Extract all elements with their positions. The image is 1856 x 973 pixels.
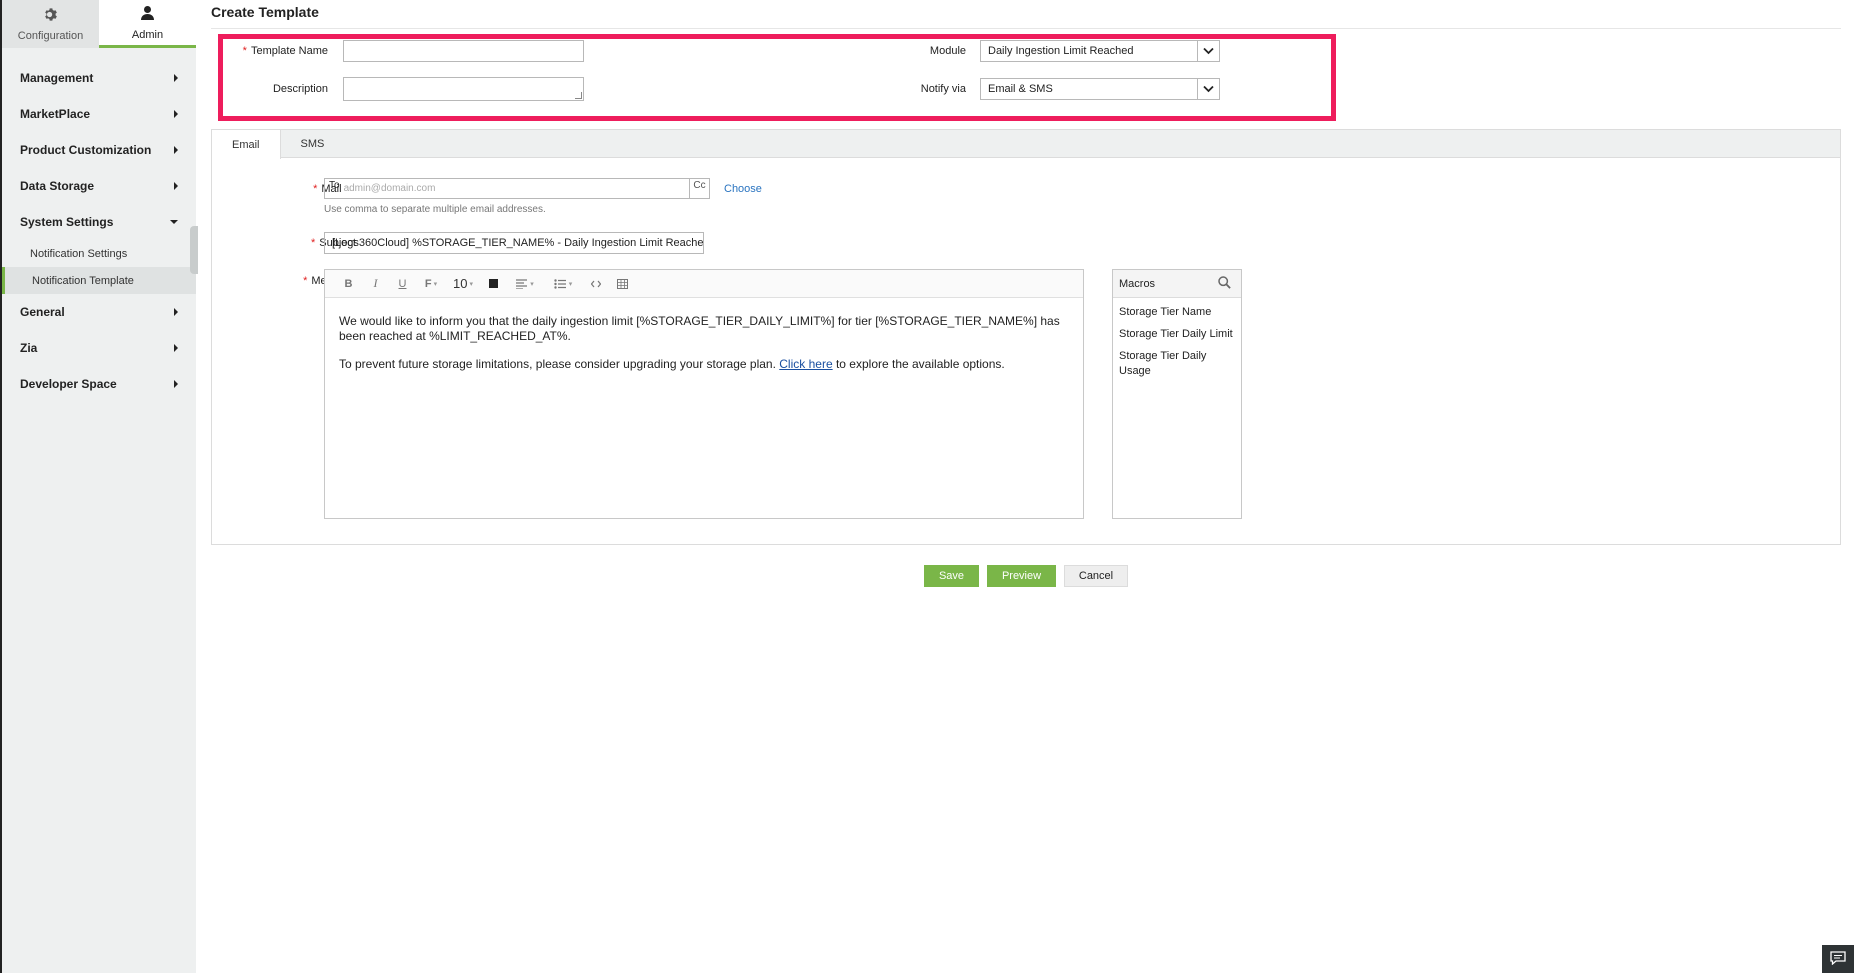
- notify-via-select-value: Email & SMS: [988, 83, 1053, 95]
- macro-item[interactable]: Storage Tier Name: [1113, 305, 1241, 320]
- chevron-down-icon[interactable]: [1197, 79, 1219, 99]
- sidebar-item-product-customization[interactable]: Product Customization: [2, 132, 196, 168]
- sidebar-item-label: MarketPlace: [20, 107, 91, 121]
- sidebar-item-label: Data Storage: [20, 179, 95, 193]
- macros-title: Macros: [1119, 277, 1156, 290]
- text-color-icon[interactable]: [480, 274, 506, 294]
- editor-toolbar: B I U F ▾ 10 ▾ ▾ ▾: [325, 270, 1083, 298]
- save-button[interactable]: Save: [924, 565, 979, 587]
- tab-sms[interactable]: SMS: [281, 130, 345, 158]
- message-text: to explore the available options.: [832, 357, 1005, 371]
- tab-email[interactable]: Email: [212, 130, 281, 159]
- chevron-down-icon[interactable]: [1197, 41, 1219, 61]
- mail-to-input[interactable]: [343, 179, 689, 198]
- to-label: To: [329, 180, 340, 191]
- module-select[interactable]: Daily Ingestion Limit Reached: [980, 40, 1220, 62]
- code-icon[interactable]: [582, 274, 609, 294]
- chevron-right-icon: [174, 146, 178, 154]
- sidebar-item-label: Product Customization: [20, 143, 152, 157]
- sidebar-item-label: Management: [20, 71, 94, 85]
- sidebar-subitem-label: Notification Template: [32, 274, 134, 287]
- sidebar-item-general[interactable]: General: [2, 294, 196, 330]
- mail-to-field[interactable]: To Cc: [324, 178, 710, 199]
- sidebar-item-management[interactable]: Management: [2, 60, 196, 96]
- click-here-link[interactable]: Click here: [779, 357, 832, 371]
- tab-admin[interactable]: Admin: [99, 0, 196, 48]
- macros-panel: Macros Storage Tier Name Storage Tier Da…: [1112, 269, 1242, 519]
- macro-item[interactable]: Storage Tier Daily Usage: [1113, 349, 1241, 379]
- required-marker: *: [303, 275, 308, 287]
- chevron-right-icon: [174, 380, 178, 388]
- notify-via-select[interactable]: Email & SMS: [980, 78, 1220, 100]
- italic-icon[interactable]: I: [362, 274, 389, 294]
- required-marker: *: [313, 183, 318, 195]
- template-name-label: * Template Name: [236, 45, 328, 57]
- underline-icon[interactable]: U: [389, 274, 416, 294]
- search-icon[interactable]: [1218, 276, 1231, 292]
- chevron-right-icon: [174, 74, 178, 82]
- tab-configuration[interactable]: Configuration: [2, 0, 99, 48]
- sidebar-item-marketplace[interactable]: MarketPlace: [2, 96, 196, 132]
- notify-via-label: Notify via: [920, 83, 966, 95]
- template-name-label-text: Template Name: [250, 45, 328, 57]
- template-name-input[interactable]: [343, 40, 584, 62]
- preview-button[interactable]: Preview: [987, 565, 1056, 587]
- sidebar-subitem-notification-settings[interactable]: Notification Settings: [2, 240, 196, 267]
- sidebar-item-developer-space[interactable]: Developer Space: [2, 366, 196, 402]
- editor-body[interactable]: We would like to inform you that the dai…: [325, 298, 1083, 401]
- sidebar-top-tabs: Configuration Admin: [2, 0, 196, 48]
- align-icon[interactable]: ▾: [506, 274, 544, 294]
- message-paragraph-2: To prevent future storage limitations, p…: [339, 357, 1069, 372]
- sidebar-item-label: General: [20, 305, 65, 319]
- tab-configuration-label: Configuration: [17, 29, 84, 42]
- resize-grip-icon[interactable]: [575, 92, 582, 99]
- sidebar-item-label: Zia: [20, 341, 38, 355]
- chat-button[interactable]: [1822, 945, 1854, 973]
- bold-icon[interactable]: B: [335, 274, 362, 294]
- module-label: Module: [929, 45, 966, 57]
- table-icon[interactable]: [609, 274, 636, 294]
- gear-icon: [43, 7, 58, 26]
- chevron-right-icon: [174, 344, 178, 352]
- font-size-dropdown[interactable]: 10 ▾: [446, 274, 480, 294]
- description-input[interactable]: [343, 77, 584, 101]
- cancel-button[interactable]: Cancel: [1064, 565, 1128, 587]
- channel-tabbar: Email SMS: [212, 130, 1840, 159]
- sidebar-item-data-storage[interactable]: Data Storage: [2, 168, 196, 204]
- main-content: Create Template * Template Name Descripti…: [196, 0, 1856, 973]
- subject-input[interactable]: [Logs360Cloud] %STORAGE_TIER_NAME% - Dai…: [324, 232, 704, 254]
- font-size-value: 10: [453, 276, 468, 291]
- page-title: Create Template: [211, 4, 319, 20]
- required-marker: *: [311, 237, 316, 249]
- module-select-value: Daily Ingestion Limit Reached: [988, 45, 1134, 57]
- user-icon: [140, 5, 155, 25]
- sidebar-item-zia[interactable]: Zia: [2, 330, 196, 366]
- sidebar-subitem-label: Notification Settings: [30, 247, 128, 260]
- description-label: Description: [272, 83, 328, 95]
- message-text: To prevent future storage limitations, p…: [339, 357, 780, 371]
- message-paragraph-1: We would like to inform you that the dai…: [339, 314, 1060, 343]
- chevron-right-icon: [174, 182, 178, 190]
- cc-button[interactable]: Cc: [689, 179, 709, 198]
- sidebar-subitem-notification-template[interactable]: Notification Template: [2, 267, 196, 294]
- chevron-right-icon: [174, 308, 178, 316]
- macro-item[interactable]: Storage Tier Daily Limit: [1113, 327, 1241, 342]
- sidebar-item-system-settings[interactable]: System Settings: [2, 204, 196, 240]
- mail-to-hint: Use comma to separate multiple email add…: [324, 204, 546, 215]
- title-divider: [211, 28, 1841, 29]
- bullet-list-icon[interactable]: ▾: [544, 274, 582, 294]
- choose-link[interactable]: Choose: [724, 183, 762, 195]
- sidebar-nav: Management MarketPlace Product Customiza…: [2, 48, 196, 402]
- required-marker: *: [242, 45, 247, 57]
- tab-admin-label: Admin: [131, 28, 164, 41]
- chevron-right-icon: [174, 110, 178, 118]
- macros-header: Macros: [1113, 270, 1241, 298]
- chevron-down-icon: [170, 220, 178, 224]
- sidebar-item-label: Developer Space: [20, 377, 117, 391]
- sidebar-item-label: System Settings: [20, 215, 114, 229]
- font-family-icon[interactable]: F ▾: [416, 274, 446, 294]
- message-editor: B I U F ▾ 10 ▾ ▾ ▾ We would like to inform…: [324, 269, 1084, 519]
- chat-icon: [1830, 950, 1846, 968]
- sidebar: Configuration Admin Management MarketPla…: [0, 0, 198, 973]
